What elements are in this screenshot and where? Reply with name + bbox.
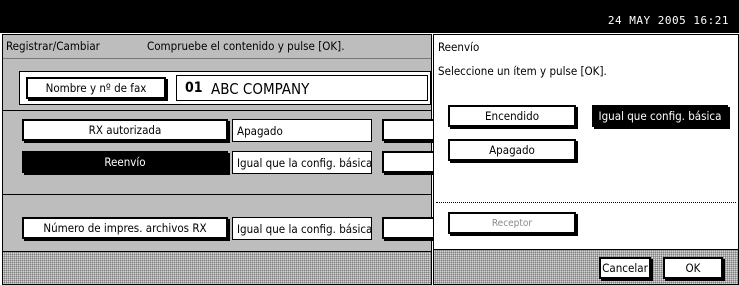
- option-off-button[interactable]: Apagado: [448, 139, 576, 161]
- status-bar: 24 MAY 2005 16:21: [0, 0, 739, 33]
- forwarding-label: Reenvío: [104, 155, 146, 169]
- fax-name-number-label: Nombre y nº de fax: [45, 81, 147, 95]
- rx-authorized-button[interactable]: RX autorizada: [22, 119, 228, 141]
- receiver-button: Receptor: [448, 212, 576, 234]
- cancel-label: Cancelar: [602, 261, 648, 275]
- datetime: 24 MAY 2005 16:21: [607, 14, 729, 27]
- ok-button[interactable]: OK: [663, 257, 723, 279]
- dialog-title: Reenvío: [438, 40, 480, 54]
- fax-name-number-button[interactable]: Nombre y nº de fax: [26, 77, 166, 99]
- forwarding-dialog: Reenvío Seleccione un ítem y pulse [OK].…: [433, 34, 739, 285]
- rx-print-count-label: Número de impres. archivos RX: [43, 221, 207, 235]
- forwarding-button[interactable]: Reenvío: [22, 151, 228, 173]
- panel-header: Registrar/Cambiar Compruebe el contenido…: [3, 35, 431, 59]
- receiver-label: Receptor: [491, 217, 533, 229]
- rx-authorized-value-text: Apagado: [237, 123, 283, 138]
- panel-divider-mid: [3, 194, 431, 195]
- ok-label: OK: [685, 261, 701, 275]
- dialog-footer: Cancelar OK: [434, 249, 738, 284]
- rx-print-count-value-text: Igual que la config. básica: [237, 221, 372, 236]
- forwarding-value-text: Igual que la config. básica: [237, 155, 372, 170]
- cancel-button[interactable]: Cancelar: [599, 257, 651, 279]
- fax-name: ABC COMPANY: [211, 80, 310, 98]
- rx-print-count-button[interactable]: Número de impres. archivos RX: [22, 217, 228, 239]
- panel-divider-top: [3, 110, 431, 111]
- panel-instruction: Compruebe el contenido y pulse [OK].: [147, 39, 345, 53]
- fax-destination-row: Nombre y nº de fax 01 ABC COMPANY: [19, 71, 431, 105]
- panel-title: Registrar/Cambiar: [6, 39, 100, 53]
- option-same-as-basic-button[interactable]: Igual que config. básica: [592, 105, 728, 127]
- rx-authorized-value: Apagado: [232, 119, 372, 142]
- rx-authorized-label: RX autorizada: [88, 123, 162, 137]
- settings-panel: Registrar/Cambiar Compruebe el contenido…: [2, 34, 442, 285]
- option-on-button[interactable]: Encendido: [448, 105, 576, 127]
- rx-print-count-value: Igual que la config. básica: [232, 217, 372, 240]
- panel-footer: [3, 251, 431, 284]
- fax-number: 01: [185, 80, 203, 96]
- option-same-as-basic-label: Igual que config. básica: [598, 109, 722, 123]
- forwarding-value: Igual que la config. básica: [232, 151, 372, 174]
- dialog-instruction: Seleccione un ítem y pulse [OK].: [438, 64, 607, 78]
- option-on-label: Encendido: [484, 109, 540, 123]
- fax-destination-display: 01 ABC COMPANY: [176, 75, 428, 101]
- option-off-label: Apagado: [489, 143, 535, 157]
- dialog-divider: [436, 202, 736, 203]
